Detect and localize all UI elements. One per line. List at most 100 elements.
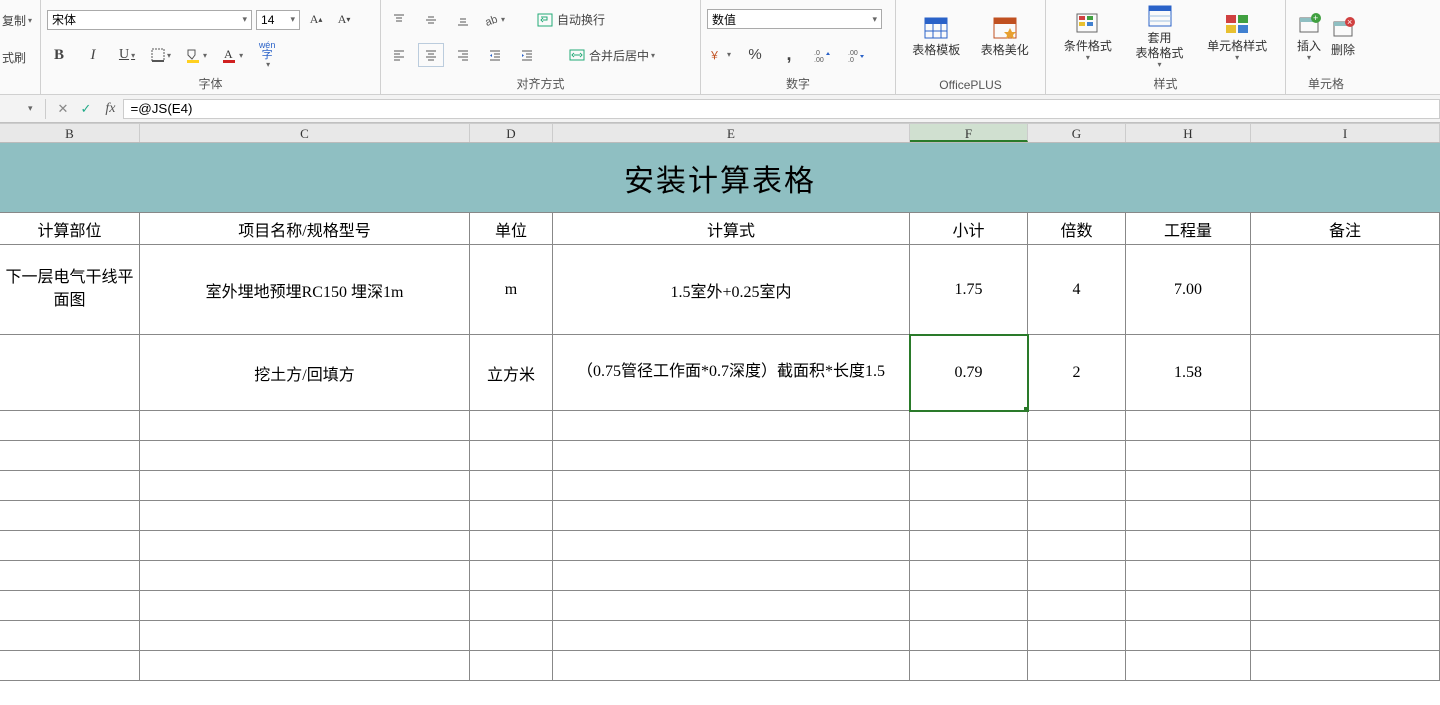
empty-cell[interactable] [1028, 411, 1126, 441]
empty-cell[interactable] [553, 651, 910, 681]
empty-cell[interactable] [0, 471, 140, 501]
hdr-formula[interactable]: 计算式 [553, 213, 910, 245]
cell-b3[interactable]: 下一层电气干线平面图 [0, 245, 140, 335]
apply-table-format-button[interactable]: 套用 表格格式 ▾ [1132, 2, 1188, 72]
empty-cell[interactable] [553, 531, 910, 561]
empty-cell[interactable] [1251, 411, 1440, 441]
conditional-format-button[interactable]: 条件格式 ▾ [1060, 2, 1116, 72]
empty-cell[interactable] [910, 651, 1028, 681]
cell-h3[interactable]: 7.00 [1126, 245, 1251, 335]
comma-button[interactable]: , [777, 44, 801, 66]
confirm-formula-button[interactable]: ✓ [74, 101, 97, 117]
empty-cell[interactable] [910, 621, 1028, 651]
empty-cell[interactable] [140, 651, 470, 681]
underline-button[interactable]: U [115, 44, 139, 66]
hdr-project[interactable]: 项目名称/规格型号 [140, 213, 470, 245]
empty-cell[interactable] [1251, 441, 1440, 471]
empty-cell[interactable] [910, 591, 1028, 621]
empty-cell[interactable] [1028, 531, 1126, 561]
empty-cell[interactable] [1126, 501, 1251, 531]
empty-cell[interactable] [553, 471, 910, 501]
empty-cell[interactable] [553, 501, 910, 531]
empty-cell[interactable] [1126, 651, 1251, 681]
delete-button[interactable]: × 删除 [1326, 2, 1360, 72]
orientation-button[interactable]: ab [483, 9, 507, 31]
empty-cell[interactable] [1251, 561, 1440, 591]
empty-cell[interactable] [553, 591, 910, 621]
table-beautify-button[interactable]: 表格美化 [977, 2, 1033, 72]
phonetic-button[interactable]: wén 字 [255, 44, 279, 66]
name-box-dropdown[interactable]: ▾ [22, 103, 39, 114]
col-header-I[interactable]: I [1251, 123, 1440, 142]
empty-cell[interactable] [140, 591, 470, 621]
empty-cell[interactable] [140, 621, 470, 651]
empty-cell[interactable] [1126, 411, 1251, 441]
empty-cell[interactable] [0, 591, 140, 621]
empty-cell[interactable] [553, 561, 910, 591]
cell-g4[interactable]: 2 [1028, 335, 1126, 411]
fill-color-button[interactable] [183, 44, 209, 66]
increase-indent-button[interactable] [515, 44, 539, 66]
empty-cell[interactable] [140, 501, 470, 531]
decrease-decimal-button[interactable]: .00.0 [845, 44, 869, 66]
empty-cell[interactable] [1251, 621, 1440, 651]
empty-cell[interactable] [1251, 471, 1440, 501]
empty-cell[interactable] [0, 621, 140, 651]
empty-cell[interactable] [0, 501, 140, 531]
currency-button[interactable]: ￥ [707, 44, 733, 66]
sheet-title-cell[interactable]: 安装计算表格 [0, 143, 1440, 213]
empty-cell[interactable] [1028, 561, 1126, 591]
empty-cell[interactable] [1126, 621, 1251, 651]
col-header-G[interactable]: G [1028, 123, 1126, 142]
cell-i3[interactable] [1251, 245, 1440, 335]
empty-cell[interactable] [1028, 471, 1126, 501]
empty-cell[interactable] [470, 441, 553, 471]
col-header-F[interactable]: F [910, 123, 1028, 142]
empty-cell[interactable] [0, 561, 140, 591]
align-bottom-button[interactable] [451, 9, 475, 31]
fx-icon[interactable]: fx [97, 101, 123, 117]
empty-cell[interactable] [0, 411, 140, 441]
empty-cell[interactable] [0, 531, 140, 561]
cell-c3[interactable]: 室外埋地预埋RC150 埋深1m [140, 245, 470, 335]
align-middle-button[interactable] [419, 9, 443, 31]
empty-cell[interactable] [1251, 501, 1440, 531]
empty-cell[interactable] [1028, 441, 1126, 471]
align-top-button[interactable] [387, 9, 411, 31]
hdr-remark[interactable]: 备注 [1251, 213, 1440, 245]
empty-cell[interactable] [1251, 651, 1440, 681]
cell-h4[interactable]: 1.58 [1126, 335, 1251, 411]
cell-d3[interactable]: m [470, 245, 553, 335]
empty-cell[interactable] [910, 471, 1028, 501]
empty-cell[interactable] [1028, 501, 1126, 531]
empty-cell[interactable] [0, 441, 140, 471]
empty-cell[interactable] [140, 441, 470, 471]
col-header-C[interactable]: C [140, 123, 470, 142]
align-right-button[interactable] [451, 44, 475, 66]
empty-cell[interactable] [1126, 591, 1251, 621]
border-button[interactable] [149, 44, 173, 66]
insert-button[interactable]: + 插入 ▾ [1292, 2, 1326, 72]
font-color-button[interactable]: A [219, 44, 245, 66]
cell-style-button[interactable]: 单元格样式 ▾ [1203, 2, 1271, 72]
empty-cell[interactable] [470, 411, 553, 441]
number-format-combo[interactable]: 数值 [707, 9, 882, 29]
italic-button[interactable]: I [81, 44, 105, 66]
decrease-indent-button[interactable] [483, 44, 507, 66]
empty-cell[interactable] [553, 411, 910, 441]
empty-cell[interactable] [1126, 561, 1251, 591]
hdr-quantity[interactable]: 工程量 [1126, 213, 1251, 245]
hdr-calc-part[interactable]: 计算部位 [0, 213, 140, 245]
empty-cell[interactable] [140, 561, 470, 591]
empty-cell[interactable] [1126, 471, 1251, 501]
hdr-subtotal[interactable]: 小计 [910, 213, 1028, 245]
bold-button[interactable]: B [47, 44, 71, 66]
increase-font-button[interactable]: A▴ [304, 9, 328, 31]
cell-f4[interactable]: 0.79 [910, 335, 1028, 411]
empty-cell[interactable] [1251, 531, 1440, 561]
empty-cell[interactable] [140, 471, 470, 501]
cancel-formula-button[interactable]: ✕ [52, 101, 75, 117]
empty-cell[interactable] [470, 471, 553, 501]
cell-c4[interactable]: 挖土方/回填方 [140, 335, 470, 411]
formula-input[interactable] [123, 99, 1440, 119]
